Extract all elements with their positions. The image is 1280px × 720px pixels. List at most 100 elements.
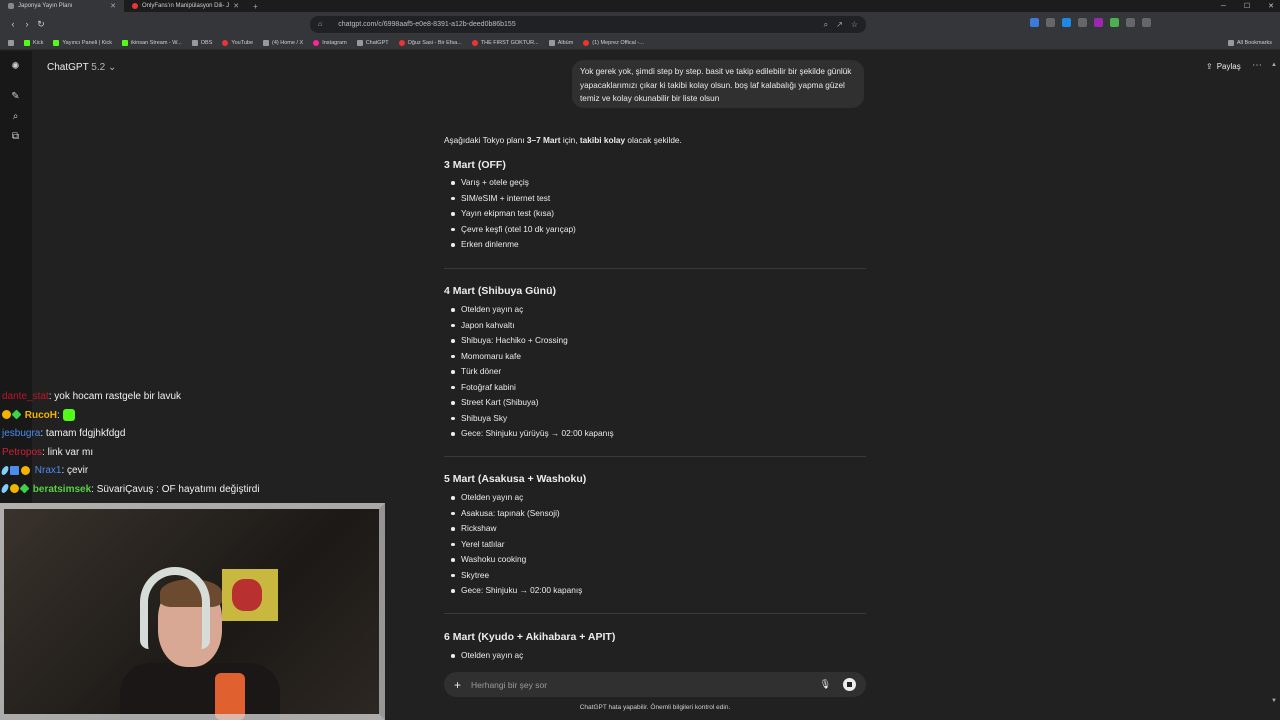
webcam-frame bbox=[0, 503, 385, 720]
extension-icon[interactable] bbox=[1126, 18, 1135, 27]
tab-strip: Japonya Yayın Planı ✕ OnlyFans'ın Manipü… bbox=[0, 0, 1280, 12]
back-icon[interactable]: ‹ bbox=[6, 19, 20, 29]
bookmark-star-icon[interactable]: ☆ bbox=[851, 20, 858, 30]
add-attachment-icon[interactable]: + bbox=[454, 678, 461, 692]
instagram-icon bbox=[313, 39, 320, 46]
x-icon bbox=[263, 39, 270, 46]
bookmark[interactable]: Albüm bbox=[548, 39, 573, 46]
obs-icon bbox=[191, 39, 198, 46]
day-heading: 4 Mart (Shibuya Günü) bbox=[444, 285, 557, 297]
chat-username: Nrax1 bbox=[34, 465, 62, 476]
composer-input[interactable]: Herhangi bir şey sor bbox=[471, 680, 547, 690]
model-selector[interactable]: ChatGPT 5.2 ⌄ bbox=[47, 62, 116, 73]
microphone-icon[interactable]: 🎙 bbox=[820, 679, 831, 690]
forward-icon[interactable]: › bbox=[20, 19, 34, 29]
bookmark[interactable]: (1) Meprez Offical -... bbox=[583, 39, 644, 46]
list-item: Otelden yayın aç bbox=[451, 302, 614, 318]
new-chat-icon[interactable]: ✎ bbox=[10, 91, 21, 102]
reload-icon[interactable]: ↻ bbox=[34, 19, 48, 30]
chat-message: Nrax1: çevir bbox=[0, 464, 382, 483]
close-window-icon[interactable]: ✕ bbox=[1268, 2, 1274, 10]
webcam-overlay bbox=[0, 503, 385, 720]
youtube-favicon-icon bbox=[132, 3, 138, 9]
tab-label: OnlyFans'ın Manipülasyon Dili- J bbox=[142, 3, 230, 9]
bookmark[interactable]: YouTube bbox=[222, 39, 253, 46]
close-tab-icon[interactable]: ✕ bbox=[233, 2, 239, 10]
extension-icon[interactable] bbox=[1062, 18, 1071, 27]
tab-inactive[interactable]: OnlyFans'ın Manipülasyon Dili- J ✕ bbox=[124, 0, 247, 12]
list-item: Türk döner bbox=[451, 364, 614, 380]
chat-message: RucoH: bbox=[2, 408, 382, 428]
address-bar[interactable]: ⌂ chatgpt.com/c/6998aaf5-e0e8-8391-a12b-… bbox=[310, 16, 866, 33]
mod-badge-icon bbox=[10, 465, 19, 475]
tab-active[interactable]: Japonya Yayın Planı ✕ bbox=[0, 0, 124, 12]
bookmark[interactable]: Yayıncı Paneli | Kick bbox=[53, 39, 112, 46]
close-tab-icon[interactable]: ✕ bbox=[110, 2, 116, 10]
list-item: Varış + otele geçiş bbox=[451, 175, 576, 191]
gift-badge-icon bbox=[19, 483, 30, 494]
openai-logo-icon[interactable]: ✺ bbox=[10, 61, 21, 72]
list-item: Erken dinlenme bbox=[451, 237, 576, 253]
subscriber-badge-icon bbox=[10, 484, 19, 494]
site-info-icon[interactable]: ⌂ bbox=[318, 21, 322, 28]
new-tab-icon[interactable]: + bbox=[247, 2, 264, 11]
scroll-up-icon[interactable]: ▲ bbox=[1271, 62, 1277, 68]
share-label: Paylaş bbox=[1216, 62, 1241, 71]
library-icon[interactable]: ⧉ bbox=[10, 131, 21, 142]
list-item: Japon kahvaltı bbox=[451, 318, 614, 334]
list-item: Fotoğraf kabini bbox=[451, 380, 614, 396]
chat-username: Petropos bbox=[2, 446, 43, 458]
user-message: Yok gerek yok, şimdi step by step. basit… bbox=[572, 60, 864, 108]
list-item: Shibuya: Hachiko + Crossing bbox=[451, 333, 614, 349]
kick-icon bbox=[122, 39, 129, 46]
bookmark[interactable]: Kick bbox=[24, 39, 43, 46]
extension-icon[interactable] bbox=[1110, 18, 1119, 27]
chat-username: beratsimsek bbox=[32, 483, 92, 495]
apps-icon[interactable] bbox=[8, 39, 14, 46]
search-icon[interactable]: ⌕ bbox=[10, 111, 21, 122]
share-button[interactable]: ⇪ Paylaş bbox=[1206, 62, 1241, 71]
stop-generating-button[interactable] bbox=[843, 678, 856, 691]
bookmark[interactable]: OBS bbox=[191, 39, 212, 46]
extension-icon[interactable] bbox=[1046, 18, 1055, 27]
extension-icon[interactable] bbox=[1142, 18, 1151, 27]
minimize-icon[interactable]: ─ bbox=[1221, 3, 1226, 10]
subscriber-badge-icon bbox=[2, 410, 11, 420]
chatgpt-favicon-icon bbox=[8, 3, 14, 9]
day-heading: 3 Mart (OFF) bbox=[444, 159, 506, 171]
stream-chat-overlay: dante_stat: yok hocam rastgele bir lavuk… bbox=[0, 390, 382, 501]
bookmark[interactable]: ikinsan Stream - W... bbox=[122, 39, 182, 46]
extension-icon[interactable] bbox=[1030, 18, 1039, 27]
chat-message: dante_stat: yok hocam rastgele bir lavuk bbox=[2, 391, 182, 402]
bookmark[interactable]: Oğuz Sasi - Bir Efsa... bbox=[398, 39, 462, 46]
chat-text: SüvariÇavuş : OF hayatımı değiştirdi bbox=[96, 483, 260, 495]
message-composer[interactable]: + Herhangi bir şey sor 🎙 bbox=[444, 672, 866, 697]
scroll-down-icon[interactable]: ▼ bbox=[1271, 698, 1277, 704]
zoom-icon[interactable]: ⌕ bbox=[824, 20, 828, 30]
disclaimer: ChatGPT hata yapabilir. Önemli bilgileri… bbox=[579, 704, 731, 711]
bookmarks-bar: Kick Yayıncı Paneli | Kick ikinsan Strea… bbox=[0, 36, 1280, 50]
chat-text: yok hocam rastgele bir lavuk bbox=[54, 391, 182, 402]
divider bbox=[444, 456, 866, 457]
assistant-intro: Aşağıdaki Tokyo planı 3–7 Mart için, tak… bbox=[444, 135, 682, 145]
bookmark[interactable]: THE FIRST GOKTUR... bbox=[471, 39, 539, 46]
divider bbox=[444, 613, 866, 614]
bookmark[interactable]: ChatGPT bbox=[356, 39, 389, 46]
extension-icon[interactable] bbox=[1078, 18, 1087, 27]
bookmark[interactable]: (4) Home / X bbox=[263, 39, 303, 46]
more-options-icon[interactable]: ⋯ bbox=[1252, 60, 1262, 71]
chat-username: jesbugra bbox=[2, 428, 41, 439]
all-bookmarks[interactable]: All Bookmarks bbox=[1227, 39, 1272, 46]
list-item: Street Kart (Shibuya) bbox=[451, 395, 614, 411]
bookmark[interactable]: Instagram bbox=[313, 39, 347, 46]
share-page-icon[interactable]: ↗ bbox=[836, 20, 843, 30]
list-item: Çevre keşfi (otel 10 dk yarıçap) bbox=[451, 222, 576, 238]
extension-icon[interactable] bbox=[1094, 18, 1103, 27]
emote-icon bbox=[62, 408, 75, 421]
maximize-icon[interactable]: ☐ bbox=[1244, 2, 1250, 10]
day-list: Otelden yayın aç Asakusa: tapınak (Senso… bbox=[450, 490, 582, 599]
window-controls: ─ ☐ ✕ bbox=[1221, 0, 1274, 12]
chevron-down-icon: ⌄ bbox=[107, 62, 117, 73]
chat-text: çevir bbox=[67, 465, 89, 476]
chat-text: link var mı bbox=[47, 446, 94, 458]
